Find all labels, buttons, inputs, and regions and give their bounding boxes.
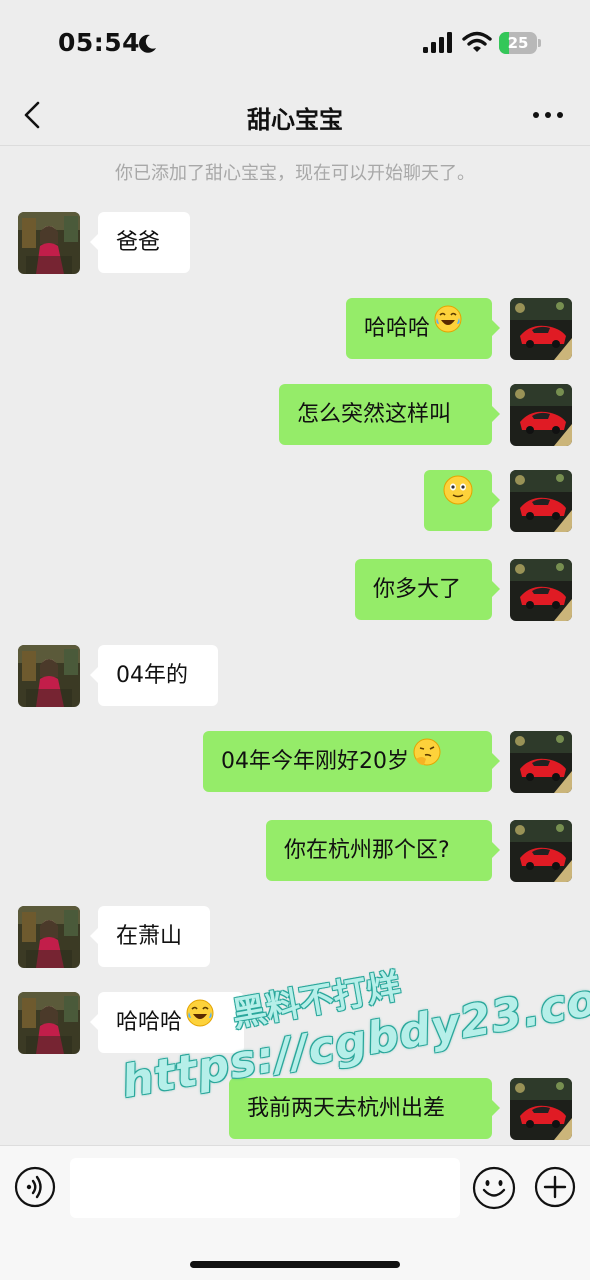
received-message-bubble[interactable]: 在萧山 — [90, 906, 210, 967]
sent-message-bubble[interactable]: 04年今年刚好20岁 — [203, 730, 500, 792]
message-text: 在萧山 — [116, 924, 183, 949]
laughing-tears-emoji — [433, 297, 463, 358]
message-input[interactable] — [70, 1158, 460, 1218]
ellipsis-icon[interactable] — [532, 110, 564, 120]
message-list[interactable]: 你已添加了甜心宝宝，现在可以开始聊天了。 爸爸 哈哈哈 怎么突然这样叫 你多大了 — [0, 147, 590, 1145]
received-message-bubble[interactable]: 04年的 — [90, 645, 218, 706]
signal-icon — [423, 32, 452, 53]
thinking-emoji — [412, 730, 442, 791]
my-avatar[interactable] — [510, 559, 572, 621]
contact-avatar[interactable] — [18, 992, 80, 1054]
my-avatar[interactable] — [510, 1078, 572, 1140]
awkward-smile-emoji — [442, 469, 474, 530]
message-text: 我前两天去杭州出差 — [247, 1096, 446, 1121]
contact-avatar[interactable] — [18, 212, 80, 274]
moon-icon — [139, 34, 156, 53]
my-avatar[interactable] — [510, 298, 572, 360]
message-text: 哈哈哈 — [116, 1010, 183, 1035]
emoji-icon[interactable] — [472, 1166, 516, 1210]
message-text: 你在杭州那个区? — [284, 838, 450, 863]
chat-screen: 05:54 25 甜心宝宝 你已添加了甜心宝宝，现在可以开始聊天了。 爸爸 哈哈… — [0, 0, 590, 1280]
received-message-bubble[interactable]: 爸爸 — [90, 212, 190, 273]
battery-icon: 25 — [499, 32, 541, 54]
sent-message-bubble[interactable]: 我前两天去杭州出差 — [229, 1078, 500, 1139]
sent-message-bubble[interactable]: 你在杭州那个区? — [266, 820, 500, 881]
message-text: 你多大了 — [373, 577, 462, 602]
sent-message-bubble[interactable]: 你多大了 — [355, 559, 500, 620]
my-avatar[interactable] — [510, 731, 572, 793]
status-time: 05:54 — [58, 28, 141, 57]
message-text: 04年的 — [116, 663, 188, 688]
sent-message-bubble[interactable] — [424, 469, 500, 531]
system-notice: 你已添加了甜心宝宝，现在可以开始聊天了。 — [115, 163, 475, 184]
nav-bar: 甜心宝宝 — [0, 88, 590, 146]
my-avatar[interactable] — [510, 820, 572, 882]
plus-icon[interactable] — [534, 1166, 576, 1208]
message-text: 04年今年刚好20岁 — [221, 749, 409, 774]
laughing-tears-emoji — [185, 991, 215, 1052]
contact-avatar[interactable] — [18, 645, 80, 707]
message-text: 爸爸 — [116, 230, 161, 255]
battery-level: 25 — [507, 34, 529, 52]
contact-avatar[interactable] — [18, 906, 80, 968]
home-indicator — [190, 1261, 400, 1268]
voice-icon[interactable] — [14, 1166, 56, 1208]
status-bar: 05:54 25 — [0, 0, 590, 88]
sent-message-bubble[interactable]: 哈哈哈 — [346, 297, 500, 359]
my-avatar[interactable] — [510, 470, 572, 532]
message-text: 哈哈哈 — [364, 316, 431, 341]
message-text: 怎么突然这样叫 — [297, 402, 452, 427]
wifi-icon — [462, 31, 492, 52]
input-bar — [0, 1145, 590, 1280]
chat-title: 甜心宝宝 — [247, 106, 343, 134]
sent-message-bubble[interactable]: 怎么突然这样叫 — [279, 384, 500, 445]
received-message-bubble[interactable]: 哈哈哈 — [90, 991, 244, 1053]
my-avatar[interactable] — [510, 384, 572, 446]
